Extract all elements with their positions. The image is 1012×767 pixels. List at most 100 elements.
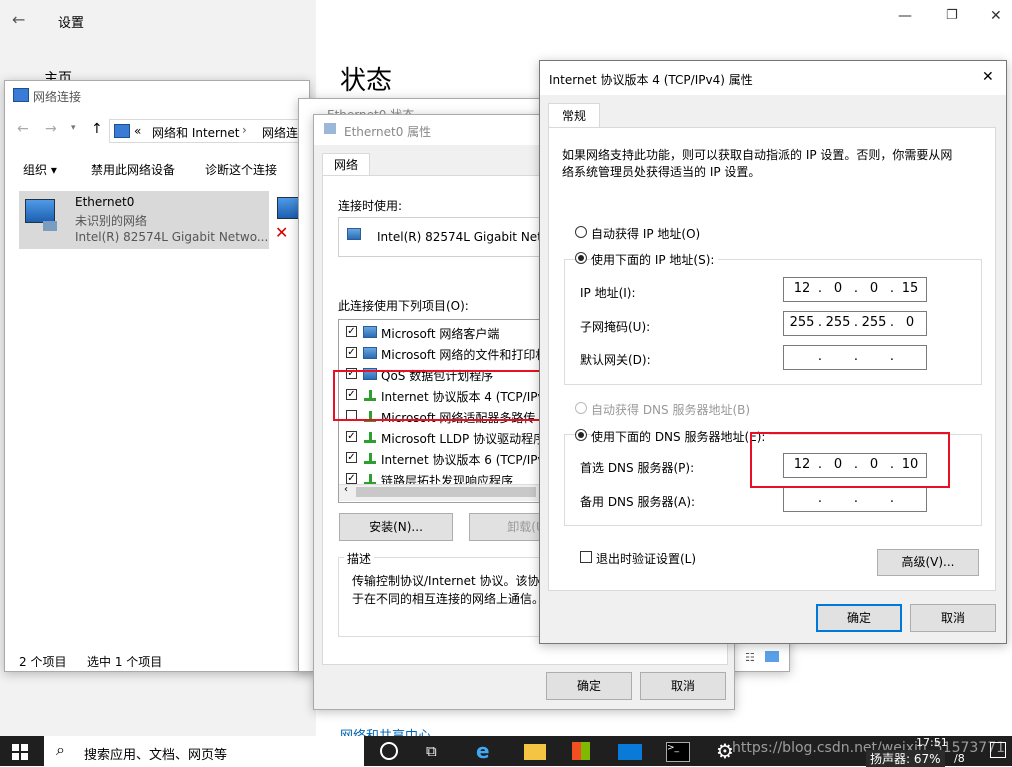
start-windows-icon[interactable] xyxy=(12,744,28,760)
view-tiles-icon[interactable] xyxy=(765,651,779,662)
breadcrumb-prefix: « xyxy=(134,124,142,138)
item-lldp[interactable]: Microsoft LLDP 协议驱动程序 xyxy=(381,430,545,447)
dialog-ok-button[interactable]: 确定 xyxy=(816,604,902,632)
store-icon[interactable] xyxy=(572,742,590,760)
close-button[interactable]: ✕ xyxy=(990,8,1002,24)
alternate-dns-input[interactable]: . . . xyxy=(783,487,927,512)
dialog-cancel-button[interactable]: 取消 xyxy=(910,604,996,632)
scroll-thumb[interactable] xyxy=(356,487,536,497)
adapter-text: Intel(R) 82574L Gigabit Netw xyxy=(377,230,552,244)
item-ms-client[interactable]: Microsoft 网络客户端 xyxy=(381,325,499,342)
status-item-count: 2 个项目 xyxy=(19,655,67,669)
validate-checkbox[interactable] xyxy=(580,551,592,563)
toolbar-organize[interactable]: 组织 ▾ xyxy=(23,161,57,178)
mask-octet-2: 255 xyxy=(825,315,851,330)
taskbar-search-box[interactable]: ⌕ 搜索应用、文档、网页等 xyxy=(44,736,364,766)
nav-back-icon[interactable]: ← xyxy=(17,121,29,137)
tab-network[interactable]: 网络 xyxy=(322,153,370,176)
checkbox-lltd[interactable]: ✓ xyxy=(346,473,357,484)
windows-pane-icon xyxy=(12,753,19,760)
checkbox-ipv6[interactable]: ✓ xyxy=(346,452,357,463)
ip-address-input[interactable]: 12 . 0 . 0 . 15 xyxy=(783,277,927,302)
clock-time[interactable]: 17:51 xyxy=(916,736,948,749)
client-icon xyxy=(363,326,377,338)
adapter-device: Intel(R) 82574L Gigabit Netwo... xyxy=(75,230,269,244)
adapter-name: Ethernet0 xyxy=(75,195,135,209)
properties-window-title: Ethernet0 属性 xyxy=(344,125,432,139)
subnet-mask-input[interactable]: 255 . 255 . 255 . 0 xyxy=(783,311,927,336)
ip-octet-1: 12 xyxy=(793,281,811,296)
radio-manual-ip[interactable] xyxy=(575,252,587,264)
ip-dot: . xyxy=(853,491,859,506)
radio-auto-dns[interactable] xyxy=(575,402,587,414)
file-share-icon xyxy=(363,347,377,359)
radio-auto-ip[interactable] xyxy=(575,226,587,238)
nav-forward-icon[interactable]: → xyxy=(45,121,57,137)
auto-dns-label[interactable]: 自动获得 DNS 服务器地址(B) xyxy=(591,401,750,418)
radio-manual-dns[interactable] xyxy=(575,429,587,441)
ip-address-label: IP 地址(I): xyxy=(580,286,636,300)
adapter-item-ethernet0[interactable]: Ethernet0 未识别的网络 Intel(R) 82574L Gigabit… xyxy=(19,191,269,249)
settings-title: 设置 xyxy=(58,16,85,31)
nav-up-icon[interactable]: ↑ xyxy=(91,121,103,137)
scroll-left-icon[interactable]: ‹ xyxy=(344,484,348,495)
manual-dns-label[interactable]: 使用下面的 DNS 服务器地址(E): xyxy=(591,428,770,445)
folder-icon xyxy=(114,124,130,138)
item-ipv6[interactable]: Internet 协议版本 6 (TCP/IPv xyxy=(381,451,545,468)
checkbox-file-print[interactable]: ✓ xyxy=(346,347,357,358)
notification-icon[interactable] xyxy=(990,742,1006,758)
ip-dot: . xyxy=(853,349,859,364)
dialog-title: Internet 协议版本 4 (TCP/IPv4) 属性 xyxy=(549,73,753,87)
highlight-box-ipv4-item xyxy=(333,370,562,421)
ip-dot: . xyxy=(889,491,895,506)
item-file-print[interactable]: Microsoft 网络的文件和打印机 xyxy=(381,346,547,363)
auto-ip-label[interactable]: 自动获得 IP 地址(O) xyxy=(591,225,700,242)
volume-tooltip: 扬声器: 67% xyxy=(866,750,945,767)
properties-ok-button[interactable]: 确定 xyxy=(546,672,632,700)
file-explorer-icon[interactable] xyxy=(524,744,546,760)
maximize-button[interactable]: ❐ xyxy=(946,8,958,23)
preferred-dns-label: 首选 DNS 服务器(P): xyxy=(580,461,695,475)
mail-icon[interactable] xyxy=(618,744,642,760)
taskbar: ⌕ 搜索应用、文档、网页等 ⧉ e >_ ⚙ https://blog.csdn… xyxy=(0,736,1012,767)
checkbox-ms-client[interactable]: ✓ xyxy=(346,326,357,337)
toolbar-disable-device[interactable]: 禁用此网络设备 xyxy=(91,161,175,178)
protocol-icon xyxy=(364,431,376,443)
protocol-icon xyxy=(364,452,376,464)
edge-icon[interactable]: e xyxy=(476,739,490,763)
gateway-input[interactable]: . . . xyxy=(783,345,927,370)
nav-dropdown-icon[interactable]: ▾ xyxy=(71,123,76,133)
manual-ip-label[interactable]: 使用下面的 IP 地址(S): xyxy=(591,251,719,268)
back-arrow-icon[interactable]: ← xyxy=(12,10,25,29)
task-view-icon[interactable]: ⧉ xyxy=(426,742,437,760)
checkbox-lldp[interactable]: ✓ xyxy=(346,431,357,442)
cortana-icon[interactable] xyxy=(380,742,398,760)
dialog-close-icon[interactable]: ✕ xyxy=(982,69,994,85)
connect-using-label: 连接时使用: xyxy=(338,199,403,213)
mask-octet-3: 255 xyxy=(861,315,887,330)
ip-dot: . xyxy=(889,315,895,330)
minimize-button[interactable]: — xyxy=(898,8,912,24)
ip-dot: . xyxy=(853,281,859,296)
ip-dot: . xyxy=(889,281,895,296)
validate-label[interactable]: 退出时验证设置(L) xyxy=(596,550,696,567)
install-button[interactable]: 安装(N)... xyxy=(339,513,453,541)
ip-dot: . xyxy=(817,281,823,296)
breadcrumb-network-internet[interactable]: 网络和 Internet xyxy=(152,124,239,141)
ip-dot: . xyxy=(817,349,823,364)
terminal-icon[interactable]: >_ xyxy=(666,742,690,762)
clock-date[interactable]: /8 xyxy=(954,752,965,765)
items-label: 此连接使用下列项目(O): xyxy=(338,299,469,313)
properties-cancel-button[interactable]: 取消 xyxy=(640,672,726,700)
address-bar[interactable]: « 网络和 Internet › 网络连 xyxy=(109,119,311,143)
advanced-button[interactable]: 高级(V)... xyxy=(877,549,979,576)
tab-general[interactable]: 常规 xyxy=(548,103,600,128)
view-details-icon[interactable]: ☷ xyxy=(745,651,755,664)
windows-pane-icon xyxy=(12,744,19,751)
toolbar-diagnose[interactable]: 诊断这个连接 xyxy=(205,161,277,178)
network-connections-icon xyxy=(13,88,29,102)
breadcrumb-network-connections[interactable]: 网络连 xyxy=(262,124,298,141)
adapter-icon xyxy=(347,228,361,240)
ip-dot: . xyxy=(889,349,895,364)
network-cable-icon xyxy=(43,221,57,231)
